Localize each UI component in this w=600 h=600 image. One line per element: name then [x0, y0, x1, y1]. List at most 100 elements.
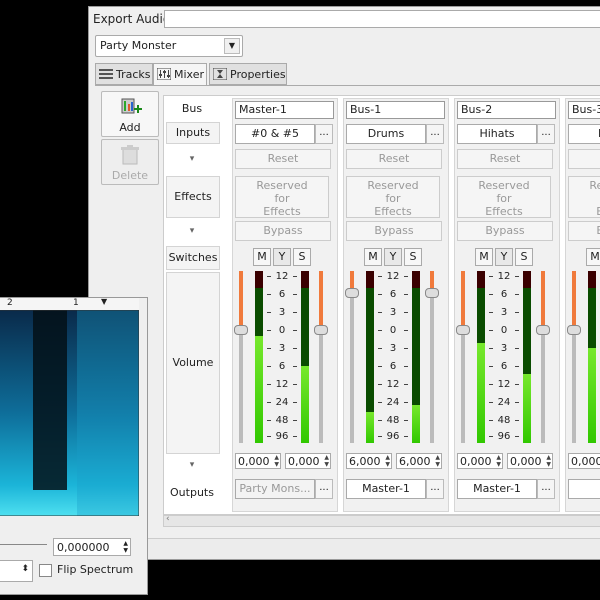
volume-fader[interactable] [536, 271, 550, 443]
delete-bus-button[interactable]: Delete [101, 139, 159, 185]
inputs-more-button[interactable]: ... [315, 124, 333, 144]
output-more-button[interactable]: ... [426, 479, 444, 499]
volume-right-spinbox[interactable]: 0,000 ▲ ▼ [507, 453, 553, 469]
scroll-left-icon[interactable]: ‹ [166, 514, 170, 524]
volume-fader[interactable] [567, 271, 581, 443]
reset-button[interactable]: Reset [568, 149, 600, 169]
inputs-field[interactable]: Drums [346, 124, 426, 144]
expand-effects-icon[interactable]: ▾ [166, 224, 218, 238]
mute-button[interactable]: M [253, 248, 271, 266]
meter-tick-label: 6 [378, 289, 408, 300]
meter-tick-label: 24 [267, 397, 297, 408]
volume-fader[interactable] [314, 271, 328, 443]
spin-arrows-icon[interactable]: ▲ ▼ [324, 454, 329, 468]
fader-handle[interactable] [536, 325, 550, 335]
inputs-more-button[interactable]: ... [426, 124, 444, 144]
reset-button[interactable]: Reset [457, 149, 553, 169]
volume-left-spinbox[interactable]: 0,000▲▼ [235, 453, 281, 469]
output-more-button[interactable]: ... [537, 479, 555, 499]
volume-left-spinbox[interactable]: 0,000▲▼ [457, 453, 503, 469]
spectrum-value-field[interactable]: 0,000000 ▲ ▼ [53, 538, 131, 556]
spectrum-slider[interactable] [0, 544, 47, 545]
effects-slot[interactable]: ReservedforEffects [568, 176, 600, 218]
meter-tick-label: 96 [267, 431, 297, 442]
flip-spectrum-checkbox[interactable] [39, 564, 52, 577]
inputs-field[interactable]: Hihats [457, 124, 537, 144]
spin-arrows-icon[interactable]: ▲ ▼ [385, 454, 390, 468]
effects-slot[interactable]: ReservedforEffects [235, 176, 329, 218]
mute-button[interactable]: M [586, 248, 600, 266]
output-field[interactable]: Master-1 [457, 479, 537, 499]
fader-handle[interactable] [234, 325, 248, 335]
fader-handle[interactable] [425, 288, 439, 298]
volume-fader[interactable] [345, 271, 359, 443]
fader-handle[interactable] [567, 325, 581, 335]
mute-button[interactable]: M [475, 248, 493, 266]
title-input[interactable] [164, 10, 600, 28]
bypass-button[interactable]: Bypass [346, 221, 442, 241]
spectrum-mode-select[interactable]: ⬍ [0, 560, 33, 582]
bypass-button[interactable]: Bypass [235, 221, 331, 241]
ruler-mark-1: 1 [73, 298, 79, 308]
expand-volume-icon[interactable]: ▾ [166, 458, 218, 472]
y-button[interactable]: Y [384, 248, 402, 266]
song-select[interactable]: Party Monster ▼ [95, 35, 243, 57]
volume-right-spinbox[interactable]: 0,000 ▲ ▼ [285, 453, 331, 469]
reset-button[interactable]: Reset [346, 149, 442, 169]
fader-handle[interactable] [314, 325, 328, 335]
chevron-down-icon[interactable]: ▼ [224, 38, 240, 54]
trash-icon [121, 145, 139, 165]
output-field[interactable]: Master-1 [346, 479, 426, 499]
level-meter [588, 271, 596, 443]
tab-properties[interactable]: Properties [209, 63, 287, 85]
inputs-field[interactable]: Bas [568, 124, 600, 144]
mute-button[interactable]: M [364, 248, 382, 266]
y-button[interactable]: Y [273, 248, 291, 266]
solo-button[interactable]: S [404, 248, 422, 266]
effects-text-line: for [385, 192, 401, 205]
y-button[interactable]: Y [495, 248, 513, 266]
meter-tick-label: 96 [489, 431, 519, 442]
meter-tick-label: 6 [489, 289, 519, 300]
output-field[interactable]: Ma [568, 479, 600, 499]
bypass-button[interactable]: Bypass [457, 221, 553, 241]
volume-left-spinbox[interactable]: 0,000▲▼ [568, 453, 600, 469]
volume-left-spinbox[interactable]: 6,000 ▲ ▼ [346, 453, 392, 469]
inputs-field[interactable]: #0 & #5 [235, 124, 315, 144]
volume-fader[interactable] [456, 271, 470, 443]
output-more-button[interactable]: ... [315, 479, 333, 499]
row-label-outputs: Outputs [170, 486, 214, 499]
spin-arrows-icon[interactable]: ▲ ▼ [123, 540, 128, 554]
spin-arrows-icon[interactable]: ▲ ▼ [496, 454, 501, 468]
solo-button[interactable]: S [515, 248, 533, 266]
effects-slot[interactable]: ReservedforEffects [457, 176, 551, 218]
spin-arrows-icon[interactable]: ▲ ▼ [546, 454, 551, 468]
solo-button[interactable]: S [293, 248, 311, 266]
bypass-button[interactable]: Bypass [568, 221, 600, 241]
chevron-down-icon[interactable]: ⬍ [21, 564, 29, 574]
expand-inputs-icon[interactable]: ▾ [166, 152, 218, 166]
fader-handle[interactable] [345, 288, 359, 298]
inputs-more-button[interactable]: ... [537, 124, 555, 144]
volume-right-spinbox[interactable]: 6,000 ▲ ▼ [396, 453, 442, 469]
spin-arrows-icon[interactable]: ▲ ▼ [274, 454, 279, 468]
spectrogram-view[interactable] [0, 310, 139, 516]
add-bus-button[interactable]: Add [101, 91, 159, 137]
bus-name-field[interactable]: Master-1 [235, 101, 334, 119]
volume-fader[interactable] [234, 271, 248, 443]
tab-tracks[interactable]: Tracks [95, 63, 153, 85]
bus-name-field[interactable]: Bus-1 [346, 101, 445, 119]
meter-tick-label: 12 [267, 379, 297, 390]
reset-button[interactable]: Reset [235, 149, 331, 169]
mixer-strip: Bus-3Bas...ResetReservedforEffectsBypass… [565, 98, 600, 512]
bus-name-field[interactable]: Bus-2 [457, 101, 556, 119]
mixer-horizontal-scrollbar[interactable]: ‹ [163, 514, 600, 527]
effects-slot[interactable]: ReservedforEffects [346, 176, 440, 218]
bus-name-field[interactable]: Bus-3 [568, 101, 600, 119]
fader-handle[interactable] [456, 325, 470, 335]
tab-mixer[interactable]: Mixer [153, 63, 207, 86]
volume-fader[interactable] [425, 271, 439, 443]
meter-tick-label: 6 [489, 361, 519, 372]
output-field[interactable]: Party Mons... [235, 479, 315, 499]
spin-arrows-icon[interactable]: ▲ ▼ [435, 454, 440, 468]
